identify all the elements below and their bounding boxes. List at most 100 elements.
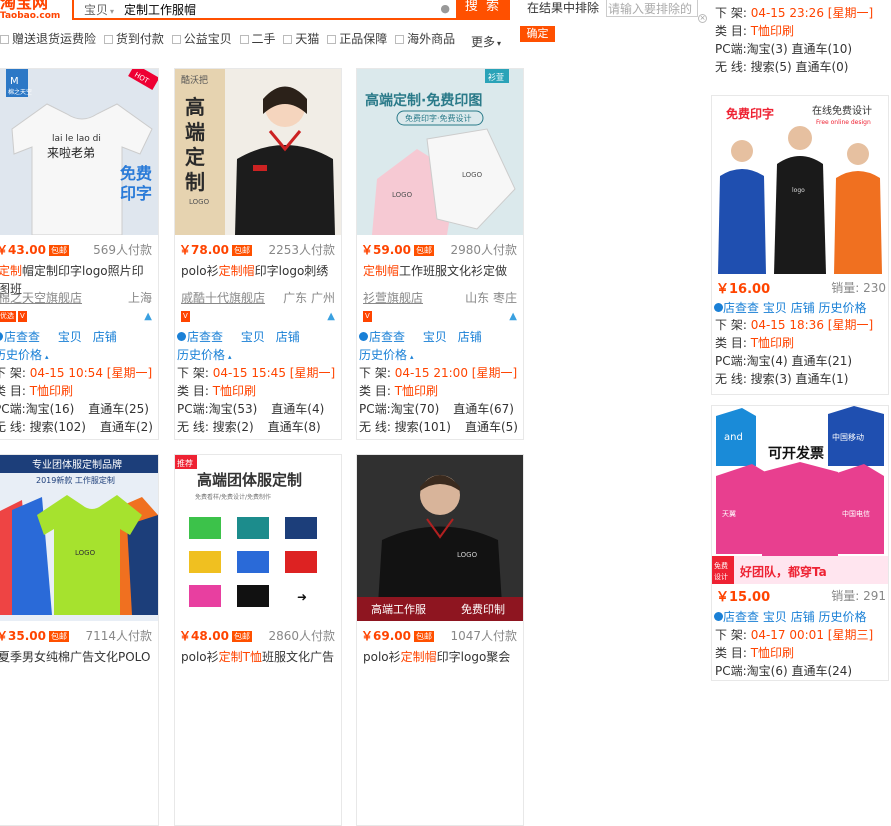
free-shipping-badge: 包邮 [231, 631, 252, 642]
svg-text:高端工作服: 高端工作服 [371, 602, 426, 616]
product-image[interactable]: 推荐 高端团体服定制 免费看样/免费设计/免费制作 ➜ [175, 455, 341, 621]
link-item[interactable]: 宝贝 [763, 301, 787, 315]
product-card[interactable]: 推荐 高端团体服定制 免费看样/免费设计/免费制作 ➜ ￥48.00 包邮 286… [174, 454, 342, 826]
filter-overseas[interactable]: 海外商品 [395, 30, 455, 47]
mobile-stats: 无 线: 搜索(3) 直通车(1) [715, 372, 849, 386]
product-card[interactable]: LOGO 高端工作服 免费印制 ￥69.00 包邮 1047人付款 polo衫定制… [356, 454, 524, 826]
link-shop[interactable]: 店铺 [276, 330, 300, 344]
link-item[interactable]: 宝贝 [241, 330, 265, 344]
filter-freight-insurance[interactable]: 赠送退货运费险 [0, 30, 96, 47]
info-icon [714, 612, 723, 621]
link-dianchacha[interactable]: 店查查 [714, 610, 759, 624]
filter-genuine[interactable]: 正品保障 [327, 30, 387, 47]
link-item[interactable]: 宝贝 [763, 610, 787, 624]
filter-secondhand[interactable]: 二手 [239, 30, 276, 47]
product-card[interactable]: 酷沃把 高 端 定 制 LOGO ￥78.00 包邮 2253人付款 polo衫定… [174, 68, 342, 440]
pc-stats: PC端:淘宝(53) 直通车(4) [177, 402, 325, 416]
svg-text:端: 端 [185, 120, 205, 144]
checkbox-icon[interactable] [327, 35, 337, 44]
filter-cod[interactable]: 货到付款 [103, 30, 164, 47]
product-price: ￥78.00 包邮 [179, 243, 252, 257]
product-title[interactable]: polo衫定制T恤班服文化广告 [181, 648, 337, 684]
link-shop[interactable]: 店铺 [791, 610, 815, 624]
product-image[interactable]: 专业团体服定制品牌 2019新款 工作服定制 LOGO [0, 455, 158, 621]
svg-text:衫萱: 衫萱 [488, 72, 504, 82]
search-input[interactable]: 定制工作服帽 [124, 1, 196, 18]
filter-bar: 赠送退货运费险 货到付款 公益宝贝 二手 天猫 正品保障 海外商品 [0, 30, 459, 50]
svg-text:LOGO: LOGO [457, 551, 478, 559]
link-shop[interactable]: 店铺 [791, 301, 815, 315]
link-dianchacha[interactable]: 店查查 [177, 330, 230, 344]
shop-name[interactable]: 棉之天空旗舰店 [0, 289, 82, 306]
product-image[interactable]: and 中国移动 可开发票 天翼 中国电信 免费 设计 好团队，都穿Ta [712, 406, 888, 584]
checkbox-icon[interactable] [283, 35, 293, 44]
checkbox-icon[interactable] [395, 35, 405, 44]
category-row: 类 目: T恤印刷 [0, 384, 74, 398]
product-title[interactable]: 夏季男女纯棉广告文化POLO [0, 648, 154, 684]
chat-icon[interactable]: ▲ [509, 311, 517, 322]
price-history-link[interactable]: 历史价格 [0, 346, 49, 363]
price-history-link[interactable]: 历史价格 [819, 301, 867, 315]
more-filters-button[interactable]: 更多 [471, 33, 501, 50]
shop-location: 上海 [127, 291, 152, 305]
close-icon[interactable]: × [698, 14, 707, 23]
camera-icon[interactable]: ● [440, 2, 450, 15]
link-dianchacha[interactable]: 店查查 [0, 330, 47, 344]
exclude-label: 在结果中排除 [527, 1, 600, 15]
price-history-link[interactable]: 历史价格 [359, 346, 414, 363]
taobao-logo[interactable]: 淘宝网 Taobao.com [0, 0, 60, 21]
link-item[interactable]: 宝贝 [423, 330, 447, 344]
exclude-input[interactable]: 请输入要排除的 [606, 0, 698, 17]
mobile-stats: 无 线: 搜索(101) 直通车(5) [359, 420, 518, 434]
svg-text:LOGO: LOGO [462, 171, 483, 179]
product-card[interactable]: 衫萱 高端定制·免费印图 免费印字·免费设计 LOGO LOGO ￥59.00 包… [356, 68, 524, 440]
checkbox-icon[interactable] [0, 35, 9, 44]
sidebar-ad-info: 下 架: 04-17 00:01 [星期三] 类 目: T恤印刷 PC端:淘宝(… [715, 626, 873, 680]
info-icon [359, 332, 368, 341]
chat-icon[interactable]: ▲ [144, 311, 152, 322]
link-dianchacha[interactable]: 店查查 [714, 301, 759, 315]
checkbox-icon[interactable] [103, 35, 113, 44]
category-row: 类 目: T恤印刷 [715, 646, 795, 660]
price-history-link[interactable]: 历史价格 [819, 610, 867, 624]
shop-name[interactable]: 衫萱旗舰店 [363, 289, 423, 306]
link-shop[interactable]: 店铺 [93, 330, 117, 344]
svg-text:高端定制·免费印图: 高端定制·免费印图 [365, 92, 482, 109]
chat-icon[interactable]: ▲ [327, 311, 335, 322]
search-box[interactable]: 宝贝 定制工作服帽 ● [72, 0, 456, 20]
search-button[interactable]: 搜 索 [456, 0, 510, 20]
product-title[interactable]: polo衫定制帽印字logo聚会 [363, 648, 519, 684]
checkbox-icon[interactable] [239, 35, 249, 44]
filter-tmall[interactable]: 天猫 [283, 30, 319, 47]
svg-text:lai le lao di: lai le lao di [52, 134, 101, 144]
svg-text:中国移动: 中国移动 [832, 432, 864, 442]
link-shop[interactable]: 店铺 [458, 330, 482, 344]
product-image[interactable]: lai le lao di 来啦老弟 M 棉之天空 HOT 免费 印字 [0, 69, 158, 235]
checkbox-icon[interactable] [171, 35, 181, 44]
svg-text:LOGO: LOGO [392, 191, 413, 199]
svg-text:LOGO: LOGO [75, 549, 96, 557]
free-shipping-badge: 包邮 [413, 631, 434, 642]
search-category-select[interactable]: 宝贝 [84, 1, 114, 18]
deal-count: 7114人付款 [85, 629, 152, 643]
product-image[interactable]: LOGO 高端工作服 免费印制 [357, 455, 523, 621]
price-history-link[interactable]: 历史价格 [177, 346, 232, 363]
confirm-button[interactable]: 确定 [520, 26, 555, 42]
info-icon [0, 332, 3, 341]
svg-text:酷沃把: 酷沃把 [181, 74, 208, 86]
filter-charity[interactable]: 公益宝贝 [171, 30, 232, 47]
shop-name[interactable]: 戚酷十代旗舰店 [181, 289, 265, 306]
product-image[interactable]: 免费印字 在线免费设计 Free online design logo [712, 96, 888, 274]
product-image[interactable]: 衫萱 高端定制·免费印图 免费印字·免费设计 LOGO LOGO [357, 69, 523, 235]
product-card[interactable]: 专业团体服定制品牌 2019新款 工作服定制 LOGO ￥35.00 包邮 711… [0, 454, 159, 826]
pc-stats: PC端:淘宝(4) 直通车(21) [715, 354, 853, 368]
product-image[interactable]: 酷沃把 高 端 定 制 LOGO [175, 69, 341, 235]
link-dianchacha[interactable]: 店查查 [359, 330, 412, 344]
link-item[interactable]: 宝贝 [58, 330, 82, 344]
product-price: ￥69.00 包邮 [361, 629, 434, 643]
category-row: 类 目: T恤印刷 [359, 384, 439, 398]
svg-text:专业团体服定制品牌: 专业团体服定制品牌 [32, 458, 122, 471]
category-row: 类 目: T恤印刷 [715, 336, 795, 350]
product-card[interactable]: lai le lao di 来啦老弟 M 棉之天空 HOT 免费 印字 ￥43.… [0, 68, 159, 440]
sales-count: 销量: 291 [831, 589, 886, 603]
